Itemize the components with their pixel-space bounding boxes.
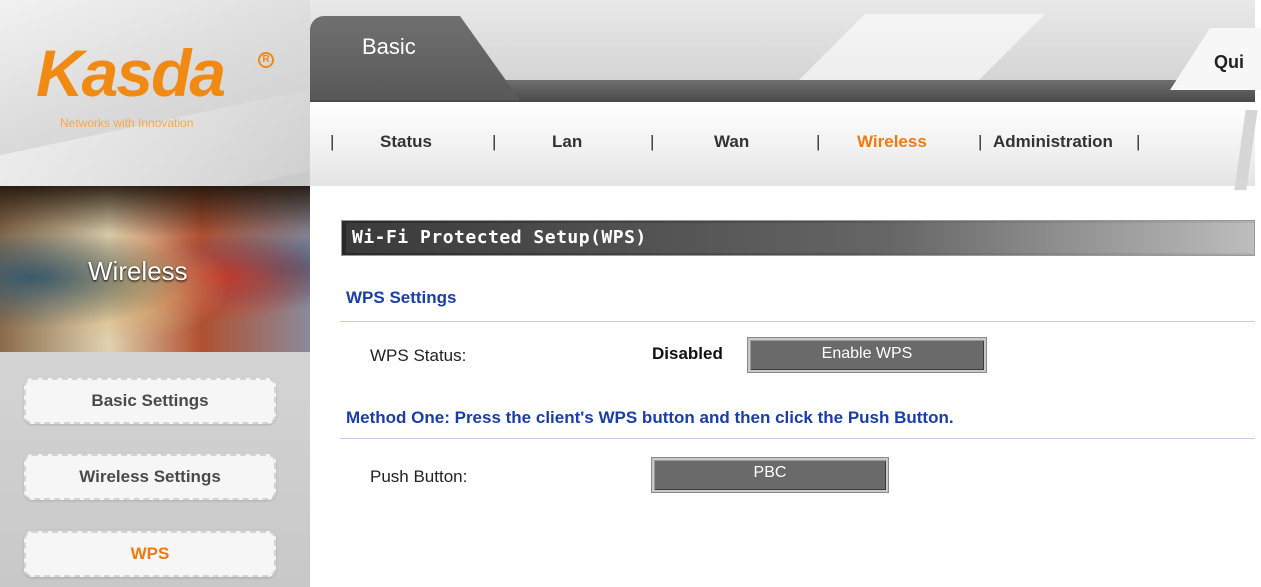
nav-separator: | — [816, 132, 821, 151]
wps-status-value: Disabled — [652, 344, 723, 363]
nav-separator: | — [978, 132, 983, 151]
nav-item-administration[interactable]: Administration — [993, 132, 1113, 152]
sidebar-item-basic-settings[interactable]: Basic Settings — [24, 378, 276, 424]
wps-status-label: WPS Status: — [370, 346, 467, 365]
nav-separator: | — [492, 132, 497, 151]
registered-mark-icon: R — [258, 52, 274, 68]
top-header: Basic Qui — [310, 0, 1261, 190]
nav-item-wan[interactable]: Wan — [714, 132, 749, 152]
nav-separator: | — [1136, 132, 1141, 151]
nav-item-lan[interactable]: Lan — [552, 132, 582, 152]
section-banner-image: Wireless — [0, 186, 310, 352]
enable-wps-button[interactable]: Enable WPS — [747, 337, 987, 373]
nav-separator: | — [650, 132, 655, 151]
sidebar: Wireless Basic Settings Wireless Setting… — [0, 186, 310, 587]
sidebar-item-wireless-settings[interactable]: Wireless Settings — [24, 454, 276, 500]
brand-logo: Kasda — [36, 36, 226, 110]
page-title: Wi-Fi Protected Setup(WPS) — [352, 227, 647, 248]
nav-item-wireless[interactable]: Wireless — [857, 132, 927, 152]
nav-item-status[interactable]: Status — [380, 132, 432, 152]
tab-quick-setup-label[interactable]: Qui — [1214, 52, 1244, 73]
divider — [340, 321, 1255, 322]
banner-title: Wireless — [88, 256, 188, 286]
content-title-bar: Wi-Fi Protected Setup(WPS) — [341, 220, 1255, 256]
wps-settings-heading: WPS Settings — [346, 288, 457, 307]
pbc-button[interactable]: PBC — [651, 457, 889, 493]
brand-tagline: Networks with Innovation — [60, 116, 194, 130]
nav-separator: | — [330, 132, 335, 151]
logo-panel: Kasda R Networks with Innovation — [0, 0, 310, 186]
divider — [340, 438, 1255, 439]
sidebar-item-wps[interactable]: WPS — [24, 531, 276, 577]
method-one-heading: Method One: Press the client's WPS butto… — [346, 408, 954, 427]
push-button-label: Push Button: — [370, 467, 468, 486]
tab-basic-label[interactable]: Basic — [362, 34, 416, 60]
